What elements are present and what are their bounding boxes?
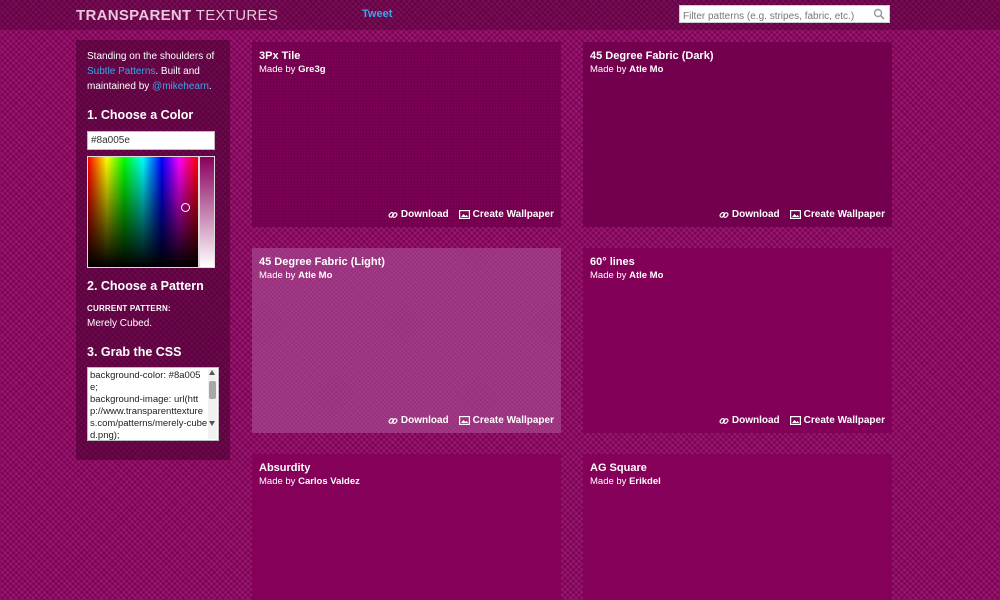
- pattern-author-line: Made by Atle Mo: [590, 270, 885, 281]
- pattern-card[interactable]: Absurdity Made by Carlos Valdez: [252, 454, 561, 600]
- pattern-author: Erikdel: [629, 476, 661, 487]
- pattern-title: 3Px Tile: [259, 50, 301, 62]
- card-actions: Download Create Wallpaper: [388, 209, 554, 220]
- pattern-card[interactable]: 60° lines Made by Atle Mo Download Creat…: [583, 248, 892, 433]
- pattern-title: Absurdity: [259, 462, 311, 474]
- intro-text: Standing on the shoulders of Subtle Patt…: [87, 49, 219, 94]
- pattern-card[interactable]: AG Square Made by Erikdel: [583, 454, 892, 600]
- link-icon: [388, 211, 398, 218]
- card-actions: Download Create Wallpaper: [719, 415, 885, 426]
- pattern-author: Atle Mo: [629, 64, 664, 75]
- download-label: Download: [400, 415, 449, 426]
- download-button[interactable]: Download: [388, 415, 449, 426]
- css-scrollbar[interactable]: [208, 369, 217, 439]
- made-by-label: Made by: [259, 270, 299, 281]
- mikehearn-link[interactable]: @mikehearn: [152, 81, 209, 92]
- current-pattern-label: CURRENT PATTERN:: [87, 304, 171, 313]
- choose-color-heading: 1. Choose a Color: [87, 108, 194, 122]
- intro-pre: Standing on the shoulders of: [87, 51, 215, 62]
- pattern-title: 45 Degree Fabric (Light): [259, 256, 385, 268]
- pattern-title: AG Square: [590, 462, 647, 474]
- site-logo[interactable]: TRANSPARENT TEXTURES: [76, 7, 278, 24]
- create-wallpaper-label: Create Wallpaper: [803, 209, 885, 220]
- pattern-author-line: Made by Carlos Valdez: [259, 476, 554, 487]
- pattern-author-line: Made by Erikdel: [590, 476, 885, 487]
- pattern-title: 45 Degree Fabric (Dark): [590, 50, 714, 62]
- download-button[interactable]: Download: [719, 209, 780, 220]
- pattern-title: 60° lines: [590, 256, 635, 268]
- image-icon: [458, 416, 470, 425]
- scroll-thumb[interactable]: [209, 381, 216, 399]
- image-icon: [789, 210, 801, 219]
- link-icon: [719, 211, 729, 218]
- pattern-author-line: Made by Atle Mo: [590, 64, 885, 75]
- download-button[interactable]: Download: [719, 415, 780, 426]
- css-code-textarea[interactable]: background-color: #8a005e; background-im…: [87, 367, 219, 441]
- pattern-author: Atle Mo: [298, 270, 333, 281]
- link-icon: [388, 417, 398, 424]
- pattern-card[interactable]: 45 Degree Fabric (Dark) Made by Atle Mo …: [583, 42, 892, 227]
- download-label: Download: [731, 415, 780, 426]
- color-saturation-picker[interactable]: [87, 156, 199, 268]
- link-icon: [719, 417, 729, 424]
- sidebar: Standing on the shoulders of Subtle Patt…: [76, 40, 230, 460]
- pattern-author-line: Made by Atle Mo: [259, 270, 554, 281]
- image-icon: [458, 210, 470, 219]
- made-by-label: Made by: [259, 476, 299, 487]
- create-wallpaper-button[interactable]: Create Wallpaper: [789, 415, 885, 426]
- current-pattern-value: Merely Cubed.: [87, 318, 153, 329]
- color-hex-input[interactable]: [87, 131, 215, 150]
- create-wallpaper-label: Create Wallpaper: [803, 415, 885, 426]
- made-by-label: Made by: [590, 64, 630, 75]
- create-wallpaper-button[interactable]: Create Wallpaper: [789, 209, 885, 220]
- search-input[interactable]: [680, 8, 868, 25]
- download-label: Download: [731, 209, 780, 220]
- pattern-card[interactable]: 45 Degree Fabric (Light) Made by Atle Mo…: [252, 248, 561, 433]
- card-actions: Download Create Wallpaper: [388, 415, 554, 426]
- top-bar: TRANSPARENT TEXTURES Tweet: [0, 0, 1000, 30]
- css-code-text: background-color: #8a005e; background-im…: [90, 370, 208, 441]
- tweet-link[interactable]: Tweet: [362, 8, 392, 20]
- logo-bold-text: TRANSPARENT: [76, 7, 192, 24]
- pattern-author: Carlos Valdez: [298, 476, 360, 487]
- image-icon: [789, 416, 801, 425]
- create-wallpaper-label: Create Wallpaper: [472, 209, 554, 220]
- create-wallpaper-button[interactable]: Create Wallpaper: [458, 415, 554, 426]
- pattern-card[interactable]: 3Px Tile Made by Gre3g Download Create W…: [252, 42, 561, 227]
- pattern-author: Atle Mo: [629, 270, 664, 281]
- intro-post: .: [208, 81, 212, 92]
- grab-css-heading: 3. Grab the CSS: [87, 345, 182, 359]
- choose-pattern-heading: 2. Choose a Pattern: [87, 279, 204, 293]
- search-box: [679, 5, 890, 25]
- made-by-label: Made by: [259, 64, 299, 75]
- color-brightness-slider[interactable]: [199, 156, 215, 268]
- scroll-up-arrow-icon[interactable]: [209, 370, 215, 375]
- card-actions: Download Create Wallpaper: [719, 209, 885, 220]
- color-picker-cursor[interactable]: [181, 203, 190, 212]
- scroll-down-arrow-icon[interactable]: [209, 421, 215, 426]
- create-wallpaper-button[interactable]: Create Wallpaper: [458, 209, 554, 220]
- pattern-author: Gre3g: [298, 64, 326, 75]
- made-by-label: Made by: [590, 270, 630, 281]
- search-icon[interactable]: [873, 8, 885, 20]
- download-button[interactable]: Download: [388, 209, 449, 220]
- subtle-patterns-link[interactable]: Subtle Patterns: [87, 66, 155, 77]
- pattern-author-line: Made by Gre3g: [259, 64, 554, 75]
- logo-light-text: TEXTURES: [191, 7, 279, 24]
- made-by-label: Made by: [590, 476, 630, 487]
- create-wallpaper-label: Create Wallpaper: [472, 415, 554, 426]
- download-label: Download: [400, 209, 449, 220]
